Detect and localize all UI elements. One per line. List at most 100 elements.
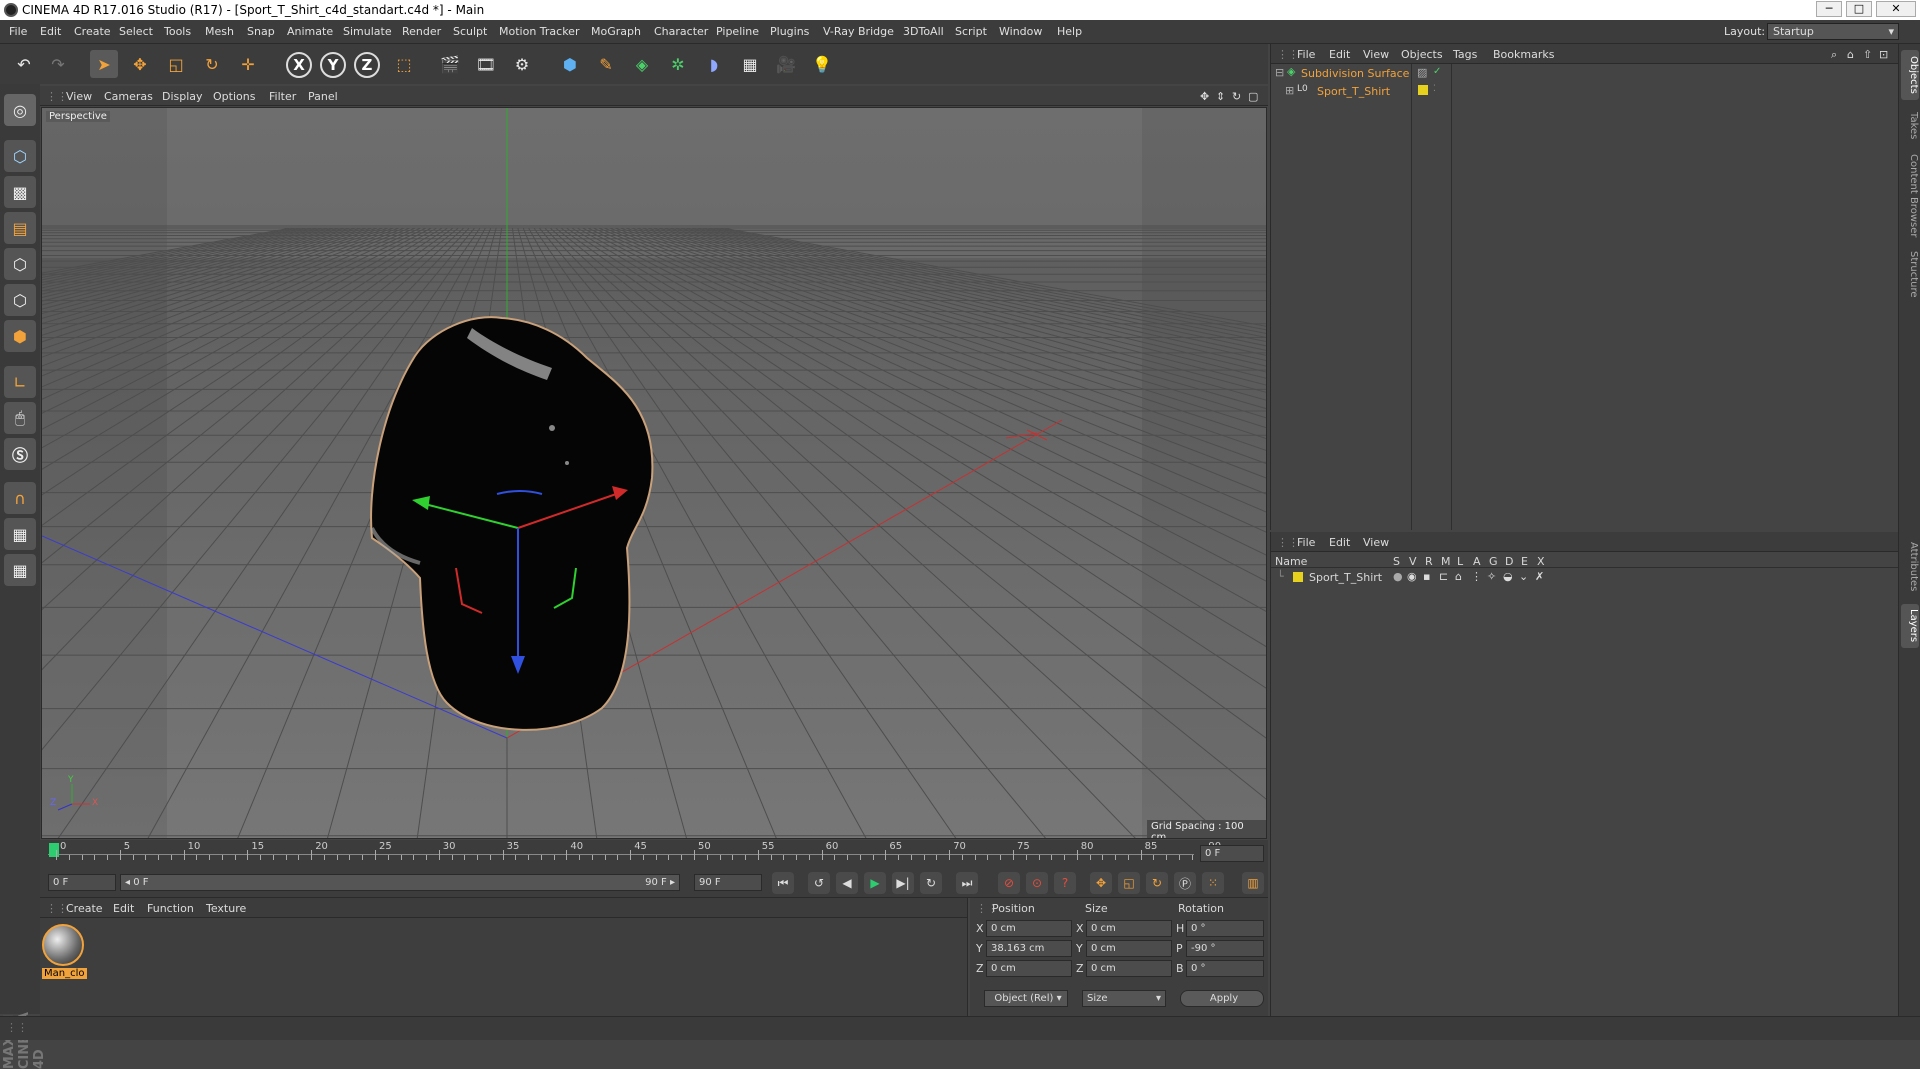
- menu-select[interactable]: Select: [119, 25, 153, 38]
- key-parameter-icon[interactable]: Ⓟ: [1174, 872, 1196, 894]
- search-icon[interactable]: ⌕: [1831, 48, 1837, 62]
- menu-character[interactable]: Character: [654, 25, 708, 38]
- viewport-rotate-icon[interactable]: ↻: [1232, 90, 1241, 103]
- menu-3dtoall[interactable]: 3DToAll: [903, 25, 944, 38]
- move-icon[interactable]: ✥: [126, 50, 154, 78]
- array-icon[interactable]: ✲: [664, 50, 692, 78]
- menu-pipeline[interactable]: Pipeline: [716, 25, 759, 38]
- timeline-ruler[interactable]: 051015202530354045505560657075808590 0 F: [40, 840, 1268, 866]
- minimize-button[interactable]: ─: [1816, 1, 1842, 17]
- menu-help[interactable]: Help: [1057, 25, 1082, 38]
- xref-icon[interactable]: ✗: [1535, 570, 1544, 583]
- object-menu-view[interactable]: View: [1363, 48, 1389, 61]
- tab-attributes[interactable]: Attributes: [1901, 532, 1919, 602]
- size-y-field[interactable]: 0 cm: [1086, 940, 1172, 957]
- size-x-field[interactable]: 0 cm: [1086, 920, 1172, 937]
- tab-objects[interactable]: Objects: [1901, 50, 1919, 100]
- light-icon[interactable]: 💡: [808, 50, 836, 78]
- material-menu-function[interactable]: Function: [147, 902, 194, 915]
- new-view-icon[interactable]: ⊡: [1879, 48, 1888, 61]
- current-frame-field[interactable]: 0 F: [1200, 845, 1264, 862]
- timeline-window-icon[interactable]: ▥: [1242, 872, 1264, 894]
- menu-tools[interactable]: Tools: [164, 25, 191, 38]
- viewport-menu-display[interactable]: Display: [162, 90, 203, 103]
- y-axis-icon[interactable]: Y: [320, 52, 346, 78]
- key-pla-icon[interactable]: ⁙: [1202, 872, 1224, 894]
- render-icon[interactable]: ▪: [1423, 570, 1430, 583]
- camera-icon[interactable]: 🎥: [772, 50, 800, 78]
- start-frame-field[interactable]: 0 F: [48, 874, 116, 891]
- layer-color-swatch[interactable]: [1418, 85, 1428, 95]
- menu-script[interactable]: Script: [955, 25, 987, 38]
- viewport-zoom-icon[interactable]: ⇕: [1216, 90, 1225, 103]
- render-view-icon[interactable]: 🎬: [436, 50, 464, 78]
- points-mode-icon[interactable]: ⬡: [4, 248, 36, 280]
- layer-menu-view[interactable]: View: [1363, 536, 1389, 549]
- perspective-viewport[interactable]: Perspective Y Z X Grid Spacing : 100 cm: [41, 107, 1267, 839]
- material-name[interactable]: Man_clo: [42, 968, 87, 979]
- viewport-menu-cameras[interactable]: Cameras: [104, 90, 153, 103]
- play-icon[interactable]: ▶: [864, 872, 886, 894]
- lock-workplane-icon[interactable]: ▦: [4, 518, 36, 550]
- generators-icon[interactable]: ✧: [1487, 570, 1496, 583]
- redo-icon[interactable]: ↷: [44, 50, 72, 78]
- layer-color-swatch[interactable]: [1293, 572, 1303, 582]
- position-z-field[interactable]: 0 cm: [986, 960, 1072, 977]
- maximize-button[interactable]: □: [1846, 1, 1872, 17]
- rotation-p-field[interactable]: -90 °: [1186, 940, 1264, 957]
- object-menu-edit[interactable]: Edit: [1329, 48, 1350, 61]
- select-icon[interactable]: ➤: [90, 50, 118, 78]
- magnet-icon[interactable]: ∩: [4, 482, 36, 514]
- size-z-field[interactable]: 0 cm: [1086, 960, 1172, 977]
- z-axis-icon[interactable]: Z: [354, 52, 380, 78]
- material-menu-create[interactable]: Create: [66, 902, 103, 915]
- object-name[interactable]: Sport_T_Shirt: [1317, 85, 1390, 98]
- next-key-icon[interactable]: ↻: [920, 872, 942, 894]
- key-rotation-icon[interactable]: ↻: [1146, 872, 1168, 894]
- go-to-start-icon[interactable]: ⏮: [772, 872, 794, 894]
- tab-structure[interactable]: Structure: [1901, 244, 1919, 304]
- expand-icon[interactable]: ⊞: [1285, 84, 1294, 97]
- menu-mograph[interactable]: MoGraph: [591, 25, 641, 38]
- undo-icon[interactable]: ↶: [10, 50, 38, 78]
- go-to-end-icon[interactable]: ⏭: [956, 872, 978, 894]
- material-menu-texture[interactable]: Texture: [206, 902, 246, 915]
- menu-window[interactable]: Window: [999, 25, 1042, 38]
- keyframe-selection-icon[interactable]: ?: [1054, 872, 1076, 894]
- animation-icon[interactable]: ⋮: [1471, 570, 1482, 583]
- tweak-mode-icon[interactable]: 🖱: [4, 402, 36, 434]
- viewport-menu-view[interactable]: View: [66, 90, 92, 103]
- cube-icon[interactable]: ⬢: [556, 50, 584, 78]
- autokey-icon[interactable]: ⊙: [1026, 872, 1048, 894]
- key-scale-icon[interactable]: ◱: [1118, 872, 1140, 894]
- viewport-menu-filter[interactable]: Filter: [269, 90, 296, 103]
- menu-plugins[interactable]: Plugins: [770, 25, 809, 38]
- edit-render-icon[interactable]: ▨: [1417, 66, 1427, 79]
- viewport-menu-panel[interactable]: Panel: [308, 90, 338, 103]
- planar-workplane-icon[interactable]: ▦: [4, 554, 36, 586]
- rotate-icon[interactable]: ↻: [198, 50, 226, 78]
- snap-icon[interactable]: Ⓢ: [4, 438, 36, 470]
- subdivision-icon[interactable]: ◈: [628, 50, 656, 78]
- material-thumbnail[interactable]: [42, 924, 84, 966]
- view-eye-icon[interactable]: ◉: [1407, 570, 1417, 583]
- rotation-b-field[interactable]: 0 °: [1186, 960, 1264, 977]
- up-arrow-icon[interactable]: ⇧: [1863, 48, 1872, 61]
- layer-name[interactable]: Sport_T_Shirt: [1309, 571, 1382, 584]
- layer-menu-edit[interactable]: Edit: [1329, 536, 1350, 549]
- coordinate-system-icon[interactable]: ⬚: [390, 50, 418, 78]
- playhead[interactable]: [49, 843, 59, 857]
- tab-takes[interactable]: Takes: [1901, 106, 1919, 146]
- previous-key-icon[interactable]: ↺: [808, 872, 830, 894]
- end-frame-field[interactable]: 90 F: [694, 874, 762, 891]
- close-button[interactable]: ✕: [1876, 1, 1916, 17]
- enabled-check-icon[interactable]: ✓: [1433, 66, 1441, 77]
- object-menu-bookmarks[interactable]: Bookmarks: [1493, 48, 1554, 61]
- menu-create[interactable]: Create: [74, 25, 111, 38]
- key-position-icon[interactable]: ✥: [1090, 872, 1112, 894]
- menu-simulate[interactable]: Simulate: [343, 25, 392, 38]
- object-row-tshirt[interactable]: ⊞ L0 Sport_T_Shirt ⁚: [1271, 82, 1899, 99]
- menu-edit[interactable]: Edit: [40, 25, 61, 38]
- menu-animate[interactable]: Animate: [287, 25, 333, 38]
- viewport-menu-options[interactable]: Options: [213, 90, 255, 103]
